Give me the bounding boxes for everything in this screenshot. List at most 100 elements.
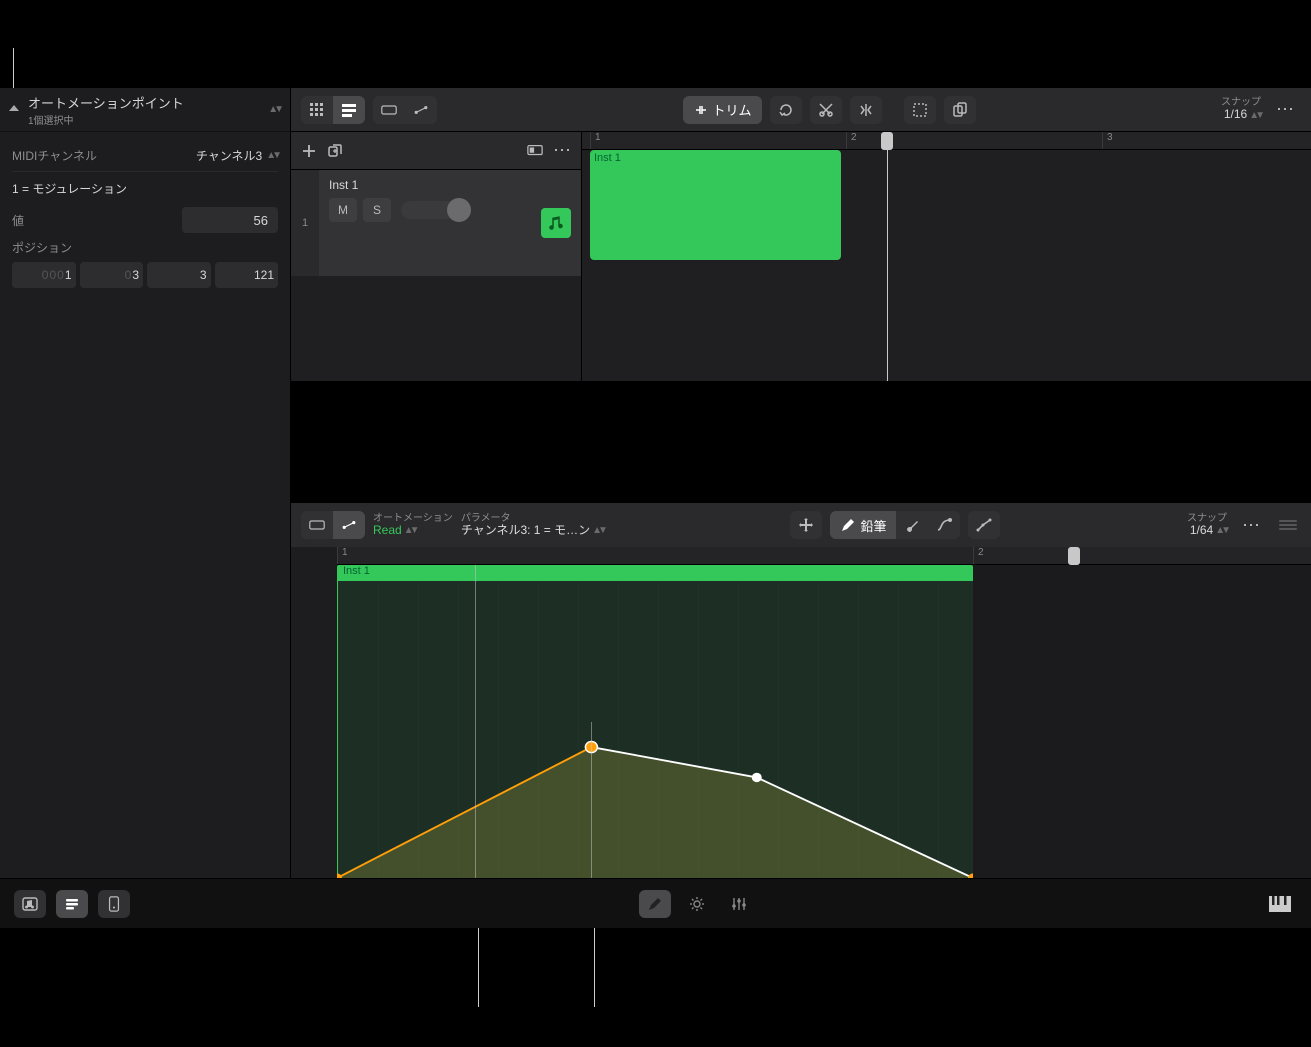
pos2[interactable]: 3 — [132, 268, 139, 282]
black-margin — [0, 928, 1311, 1047]
midi-channel-row[interactable]: MIDIチャンネル チャンネル3 ▲▼ — [12, 140, 278, 172]
region-editor-button[interactable] — [301, 511, 333, 539]
snap-value: 1/64 — [1190, 524, 1213, 537]
track-more-button[interactable]: ⋯ — [553, 140, 571, 161]
stepper-icon[interactable]: ▲▼ — [592, 525, 604, 536]
mute-button[interactable]: M — [329, 198, 357, 222]
region-view-button[interactable] — [373, 96, 405, 124]
keyboard-button[interactable] — [1263, 890, 1297, 918]
automation-editor-button[interactable] — [333, 511, 365, 539]
ruler-tick: 1 — [337, 547, 348, 564]
curve-tool-button[interactable] — [928, 511, 960, 539]
callout-line — [475, 565, 476, 878]
collapse-arrow-icon[interactable] — [6, 102, 22, 118]
playhead-grip-icon[interactable] — [881, 132, 893, 150]
midi-channel-label: MIDIチャンネル — [12, 147, 196, 164]
stepper-icon[interactable]: ▲▼ — [404, 525, 416, 536]
ruler-tick: 2 — [973, 547, 984, 564]
track-name[interactable]: Inst 1 — [329, 178, 571, 192]
pos1[interactable]: 1 — [65, 268, 72, 282]
ruler-tick: 1 — [590, 132, 601, 149]
brush-tool-button[interactable] — [896, 511, 928, 539]
marquee-button[interactable] — [904, 96, 936, 124]
stepper-icon[interactable]: ▲▼ — [1249, 110, 1261, 121]
value-label: 値 — [12, 212, 182, 229]
add-track-button[interactable] — [301, 143, 317, 159]
inspector-subtitle: 1個選択中 — [28, 112, 268, 127]
midi-region[interactable]: Inst 1 — [590, 150, 841, 260]
trim-button[interactable]: トリム — [683, 96, 762, 124]
volume-slider[interactable] — [401, 201, 469, 219]
automation-point[interactable] — [752, 773, 762, 782]
library-button[interactable] — [14, 890, 46, 918]
position-fields[interactable]: 0001 03 3 121 — [12, 262, 278, 288]
value-field[interactable]: 56 — [182, 207, 278, 233]
automation-mode-select[interactable]: オートメーション Read▲▼ — [373, 513, 453, 537]
curve-shape-button[interactable] — [968, 511, 1000, 539]
draw-mode-button[interactable] — [639, 890, 671, 918]
automation-param-value: チャンネル3: 1 = モ…ン — [461, 524, 590, 537]
position-label-row: ポジション — [12, 236, 278, 258]
trim-label: トリム — [713, 100, 752, 119]
scissors-button[interactable] — [810, 96, 842, 124]
callout-line — [591, 722, 592, 879]
param-name: 1 = モジュレーション — [12, 180, 278, 197]
tool-segment[interactable]: 鉛筆 — [830, 511, 960, 539]
copy-button[interactable] — [944, 96, 976, 124]
solo-button[interactable]: S — [363, 198, 391, 222]
settings-sliders-button[interactable] — [723, 890, 755, 918]
pos3[interactable]: 3 — [200, 268, 207, 282]
pencil-label: 鉛筆 — [860, 516, 886, 535]
playhead-grip-icon[interactable] — [1068, 547, 1080, 565]
ruler-tick: 2 — [846, 132, 857, 149]
duplicate-track-button[interactable] — [327, 143, 343, 159]
inspector-panel: オートメーションポイント 1個選択中 ▲▼ MIDIチャンネル チャンネル3 ▲… — [0, 88, 291, 878]
track-strip[interactable]: 1 Inst 1 M S — [291, 170, 581, 276]
snap-selector[interactable]: スナップ 1/16▲▼ — [1221, 97, 1261, 121]
playhead-line — [887, 150, 888, 382]
automation-view-button[interactable] — [405, 96, 437, 124]
editor-more-button[interactable]: ⋯ — [1235, 511, 1267, 539]
editor-snap-selector[interactable]: スナップ 1/64▲▼ — [1187, 513, 1227, 537]
playhead[interactable] — [880, 132, 894, 382]
drag-handle-icon[interactable] — [1275, 520, 1301, 530]
grid-view-button[interactable] — [301, 96, 333, 124]
editor-view-segment[interactable] — [301, 511, 365, 539]
list-view-button[interactable] — [333, 96, 365, 124]
view-mode-segment[interactable] — [301, 96, 365, 124]
main-toolbar: トリム スナップ 1/16▲▼ ⋯ — [291, 88, 1311, 132]
slider-knob[interactable] — [447, 198, 471, 222]
stepper-icon[interactable]: ▲▼ — [268, 104, 280, 115]
brightness-button[interactable] — [681, 890, 713, 918]
automation-point[interactable] — [337, 873, 342, 878]
automation-point[interactable] — [968, 873, 973, 878]
move-tool-button[interactable] — [790, 511, 822, 539]
inspector-header[interactable]: オートメーションポイント 1個選択中 ▲▼ — [0, 88, 290, 132]
automation-param-select[interactable]: パラメータ チャンネル3: 1 = モ…ン▲▼ — [461, 513, 604, 537]
pos1-dim: 000 — [42, 268, 65, 282]
split-button[interactable] — [850, 96, 882, 124]
instrument-icon[interactable] — [541, 208, 571, 238]
track-display-button[interactable] — [527, 143, 543, 159]
editor-ruler[interactable]: 1 2 — [337, 547, 1311, 565]
ruler-tick: 3 — [1102, 132, 1113, 149]
arrange-ruler[interactable]: 1 2 3 — [582, 132, 1311, 150]
more-button[interactable]: ⋯ — [1269, 96, 1301, 124]
automation-curve[interactable] — [337, 581, 973, 878]
inspector-title: オートメーションポイント — [28, 93, 268, 112]
arrange-lane[interactable]: 1 2 3 Inst 1 — [582, 132, 1311, 382]
automation-mode-value: Read — [373, 524, 402, 537]
pencil-tool-button[interactable]: 鉛筆 — [830, 511, 896, 539]
automation-editor: オートメーション Read▲▼ パラメータ チャンネル3: 1 = モ…ン▲▼ … — [291, 502, 1311, 878]
loop-button[interactable] — [770, 96, 802, 124]
pos4[interactable]: 121 — [254, 268, 274, 282]
remote-button[interactable] — [98, 890, 130, 918]
value-row[interactable]: 値 56 — [12, 204, 278, 236]
stepper-icon[interactable]: ▲▼ — [266, 150, 278, 161]
track-stack-button[interactable] — [56, 890, 88, 918]
display-mode-segment[interactable] — [373, 96, 437, 124]
stepper-icon[interactable]: ▲▼ — [1215, 525, 1227, 536]
track-number: 1 — [291, 170, 319, 276]
automation-canvas[interactable]: Inst 1 — [337, 565, 1311, 878]
callout-line — [594, 928, 595, 1007]
